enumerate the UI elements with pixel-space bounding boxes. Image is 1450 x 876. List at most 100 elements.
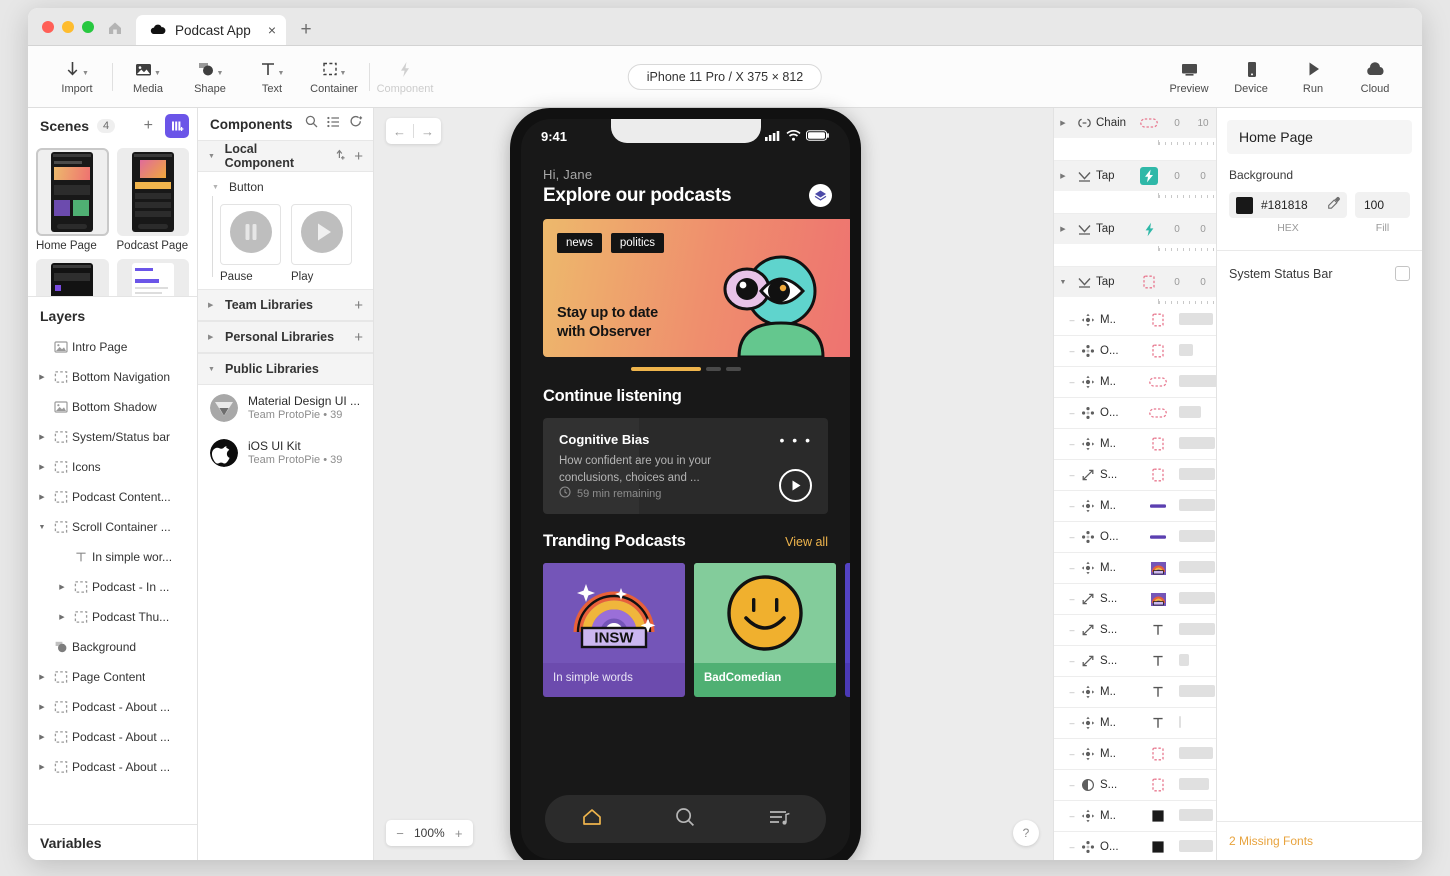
add-personal-library-button[interactable]: + [354,329,363,346]
chevron-right-icon[interactable]: ▶ [34,733,50,741]
timeline-trigger-row[interactable]: ▼ Tap 0 0 [1054,267,1216,297]
response-track[interactable] [1173,491,1216,521]
tool-component[interactable]: Component [374,58,436,95]
timeline-response-row[interactable]: – M.. [1054,429,1216,460]
response-track[interactable] [1173,553,1216,583]
scene-name-field[interactable]: Home Page [1227,120,1412,154]
list-icon[interactable] [327,115,340,133]
chevron-right-icon[interactable]: ▶ [1054,225,1072,233]
minimize-window-button[interactable] [62,21,74,33]
add-team-library-button[interactable]: + [354,297,363,314]
layer-row[interactable]: ▶ Icons [28,452,197,482]
system-status-bar-row[interactable]: System Status Bar [1217,251,1422,281]
scene-item-podcast-page[interactable]: Podcast Page [116,148,189,253]
chevron-right-icon[interactable]: ▶ [34,373,50,381]
nav-forward-button[interactable]: → [414,124,441,139]
response-track[interactable] [1173,739,1216,769]
add-scene-button[interactable]: + [144,117,153,135]
tool-import[interactable]: ▼ Import [46,58,108,95]
response-track[interactable] [1173,460,1216,490]
canvas-area[interactable]: ← → 9:41 Hi, Jane Explore our podcasts n… [374,108,1053,860]
timeline-response-row[interactable]: – O... [1054,522,1216,553]
upload-icon[interactable] [333,148,346,164]
refresh-icon[interactable] [349,115,363,133]
tool-shape[interactable]: ▼ Shape [179,58,241,95]
podcast-card[interactable]: BadComedian [694,563,836,697]
tool-container[interactable]: ▼ Container [303,58,365,95]
chevron-right-icon[interactable]: ▶ [34,703,50,711]
timeline-response-row[interactable]: – O... [1054,398,1216,429]
chevron-right-icon[interactable]: ▶ [1054,119,1072,127]
help-button[interactable]: ? [1013,820,1039,846]
missing-fonts-warning[interactable]: 2 Missing Fonts [1217,821,1422,860]
scene-layout-button[interactable] [165,114,189,138]
tab-playlist[interactable] [767,806,791,833]
system-status-bar-checkbox[interactable] [1395,266,1410,281]
carousel-dot-active[interactable] [630,367,701,371]
timeline-trigger-row[interactable]: ▶ Tap 0 0 [1054,161,1216,191]
layer-row[interactable]: ▶ Podcast - In ... [28,572,197,602]
timeline-response-row[interactable]: – M.. [1054,801,1216,832]
response-track[interactable] [1173,708,1216,738]
response-track[interactable] [1173,770,1216,800]
timeline-response-row[interactable]: – S... [1054,646,1216,677]
bottom-tab-bar[interactable] [545,795,826,843]
scene-item-4[interactable] [116,259,189,296]
response-track[interactable] [1173,584,1216,614]
maximize-window-button[interactable] [82,21,94,33]
layer-row[interactable]: ▶ Podcast - About ... [28,752,197,782]
component-play[interactable]: Play [291,204,352,283]
tool-run[interactable]: Run [1282,58,1344,95]
close-icon[interactable]: × [260,22,276,38]
color-swatch[interactable] [1236,196,1253,214]
tab-search[interactable] [674,806,696,833]
timeline-response-row[interactable]: – S... [1054,460,1216,491]
carousel-dot[interactable] [725,367,741,371]
layer-row[interactable]: ▶ Podcast Thu... [28,602,197,632]
layer-row[interactable]: ▶ Podcast - About ... [28,722,197,752]
response-track[interactable] [1173,367,1216,397]
zoom-out-button[interactable]: − [390,826,410,841]
chevron-right-icon[interactable]: ▶ [34,493,50,501]
view-all-link[interactable]: View all [785,535,828,549]
chevron-right-icon[interactable]: ▶ [34,763,50,771]
components-section-local[interactable]: ▼ Local Component + [198,140,373,172]
response-track[interactable] [1173,522,1216,552]
profile-badge-icon[interactable] [809,184,832,207]
scene-item-home-page[interactable]: Home Page [36,148,109,253]
timeline-response-row[interactable]: – S... [1054,584,1216,615]
timeline-response-row[interactable]: – M.. [1054,491,1216,522]
layer-row[interactable]: ▶ Page Content [28,662,197,692]
chevron-right-icon[interactable]: ▶ [54,613,70,621]
carousel-dot[interactable] [705,367,721,371]
layer-row[interactable]: Intro Page [28,332,197,362]
chevron-down-icon[interactable]: ▼ [34,524,50,531]
close-window-button[interactable] [42,21,54,33]
zoom-in-button[interactable]: + [449,826,469,841]
new-tab-button[interactable]: + [286,15,326,45]
home-icon[interactable] [106,19,124,37]
components-section-personal[interactable]: ▶ Personal Libraries + [198,321,373,353]
timeline-response-row[interactable]: – M.. [1054,305,1216,336]
layer-row[interactable]: ▶ Podcast Content... [28,482,197,512]
response-track[interactable] [1173,336,1216,366]
timeline-response-row[interactable]: – O... [1054,336,1216,367]
hero-carousel[interactable]: news politics Stay up to date with Obser… [521,207,850,357]
timeline-response-row[interactable]: – S... [1054,770,1216,801]
search-icon[interactable] [305,115,318,133]
timeline-response-row[interactable]: – S... [1054,615,1216,646]
layer-row[interactable]: ▶ Bottom Navigation [28,362,197,392]
timeline-response-row[interactable]: – M.. [1054,677,1216,708]
add-component-button[interactable]: + [354,148,363,165]
tab-home[interactable] [581,806,603,833]
layer-row[interactable]: ▶ Podcast - About ... [28,692,197,722]
trending-podcast-list[interactable]: INSW In simple words BadComedian [521,551,850,697]
timeline-trigger-row[interactable]: ▶ Chain 0 10 [1054,108,1216,138]
phone-screen[interactable]: 9:41 Hi, Jane Explore our podcasts news … [521,119,850,859]
zoom-value[interactable]: 100% [410,826,449,840]
continue-listening-card[interactable]: Cognitive Bias • • • How confident are y… [543,418,828,514]
timeline-response-row[interactable]: – O... [1054,832,1216,860]
chevron-right-icon[interactable]: ▶ [34,673,50,681]
card-menu-button[interactable]: • • • [780,432,812,448]
nav-back-button[interactable]: ← [386,124,413,139]
